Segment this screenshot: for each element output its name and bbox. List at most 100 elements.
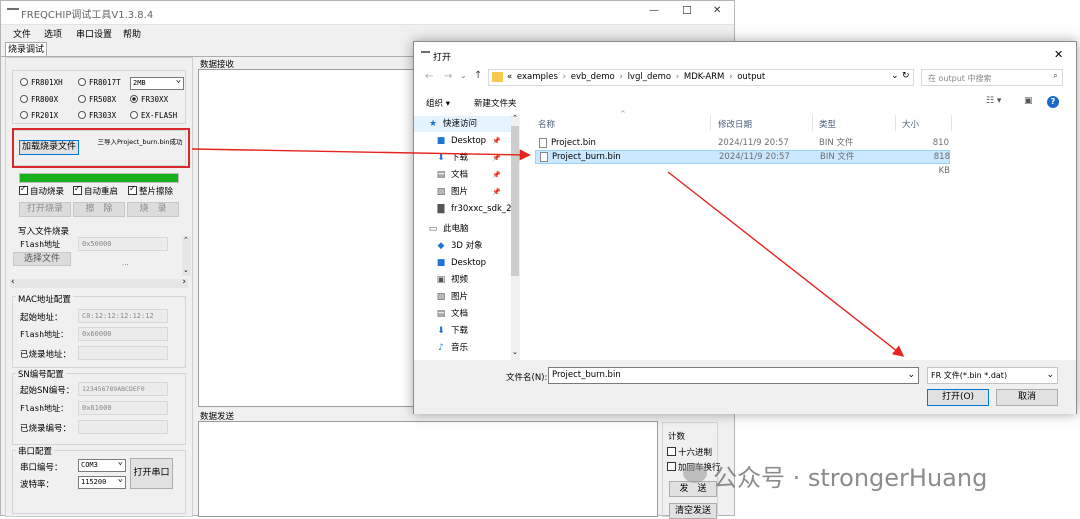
horizontal-scrollbar[interactable]: ‹ › <box>10 277 188 288</box>
load-burn-file-button[interactable]: 加载烧录文件 <box>19 140 79 155</box>
clear-send-button[interactable]: 清空发送 <box>669 503 717 519</box>
dialog-toolbar: 组织 ▾ 新建文件夹 ☷ ▾ ▣ ? <box>414 92 1076 112</box>
app-icon <box>7 8 19 10</box>
nav-item-1[interactable]: ■ Desktop 📌 <box>414 133 511 149</box>
open-button[interactable]: 打开(O) <box>927 389 989 406</box>
recent-locations-icon[interactable]: ⌄ <box>460 71 467 80</box>
nav-item-3[interactable]: ▤ 文档 📌 <box>414 167 511 183</box>
nav-label: 音乐 <box>451 343 469 353</box>
auto-restart-checkbox[interactable]: 自动重启 <box>73 184 118 197</box>
radio-fr800x[interactable]: FR800X <box>20 95 58 104</box>
cancel-button[interactable]: 取消 <box>996 389 1058 406</box>
nav-item-0[interactable]: ★ 快速访问 <box>414 116 511 132</box>
open-burn-button[interactable]: 打开烧录 <box>19 202 71 217</box>
sn-burned-field <box>78 420 168 434</box>
menu-options[interactable]: 选项 <box>44 27 62 40</box>
breadcrumb[interactable]: « examples › evb_demo › lvgl_demo › MDK-… <box>507 72 765 82</box>
sn-flash-field[interactable]: 0x61000 <box>78 401 168 415</box>
sort-indicator-icon: ^ <box>620 110 626 118</box>
nav-icon: ▇ <box>437 204 445 214</box>
vertical-scrollbar[interactable]: ⌃ ⌄ <box>182 236 191 276</box>
filename-dropdown-icon[interactable]: ⌄ <box>907 368 915 383</box>
send-textarea[interactable] <box>198 421 658 517</box>
nav-label: 下载 <box>451 153 469 163</box>
file-type-filter[interactable]: FR 文件(*.bin *.dat) ⌄ <box>927 367 1058 384</box>
open-serial-button[interactable]: 打开串口 <box>130 458 173 489</box>
window-title: FREQCHIP调试工具V1.3.8.4 <box>21 10 154 21</box>
col-date[interactable]: 修改日期 <box>718 118 752 130</box>
nav-item-2[interactable]: ⬇ 下载 📌 <box>414 150 511 166</box>
nav-item-7[interactable]: ◆ 3D 对象 <box>414 238 511 254</box>
col-size[interactable]: 大小 <box>902 118 919 130</box>
nav-icon: ■ <box>436 258 446 268</box>
nav-item-6[interactable]: ▭ 此电脑 <box>414 221 511 237</box>
filename-input[interactable]: Project_burn.bin ⌄ <box>548 367 919 384</box>
nav-item-8[interactable]: ■ Desktop <box>414 255 511 271</box>
file-row-selected[interactable]: Project_burn.bin 2024/11/9 20:57 BIN 文件 … <box>535 150 950 176</box>
flash-size-select[interactable]: 2MB <box>130 75 184 90</box>
progress-bar <box>19 173 179 183</box>
up-arrow-icon[interactable]: ↑ <box>474 70 482 81</box>
erase-button[interactable]: 擦 除 <box>73 202 125 217</box>
menu-serial-settings[interactable]: 串口设置 <box>76 27 112 40</box>
sn-start-field[interactable]: 123456789ABCDEF0 <box>78 382 168 396</box>
filename-label: 文件名(N): <box>506 373 548 383</box>
radio-fr201x[interactable]: FR201X <box>20 111 58 120</box>
nav-item-13[interactable]: ♪ 音乐 <box>414 340 511 356</box>
full-erase-checkbox[interactable]: 整片擦除 <box>128 184 173 197</box>
mac-flash-field[interactable]: 0x60000 <box>78 327 168 341</box>
tab-burn-debug[interactable]: 烧录调试 <box>5 42 47 57</box>
nav-item-10[interactable]: ▧ 图片 <box>414 289 511 305</box>
filter-dropdown-icon[interactable]: ⌄ <box>1046 368 1054 383</box>
nav-icon: ⬇ <box>437 153 445 163</box>
nav-item-4[interactable]: ▧ 图片 📌 <box>414 184 511 200</box>
nav-scrollbar[interactable]: ⌃ ⌄ <box>511 114 520 362</box>
forward-arrow-icon[interactable]: → <box>444 71 452 82</box>
refresh-icon[interactable]: ↻ <box>902 71 910 81</box>
menu-file[interactable]: 文件 <box>13 27 31 40</box>
nav-item-12[interactable]: ⬇ 下载 <box>414 323 511 339</box>
nav-item-11[interactable]: ▤ 文档 <box>414 306 511 322</box>
open-file-dialog: 打开 ✕ ← → ⌄ ↑ « examples › evb_demo › lvg… <box>413 41 1077 414</box>
nav-icon: ★ <box>428 119 438 129</box>
col-name[interactable]: 名称 <box>538 118 555 130</box>
dialog-title: 打开 <box>433 53 452 63</box>
new-folder-button[interactable]: 新建文件夹 <box>474 97 517 109</box>
file-name: Project_burn.bin <box>552 152 621 162</box>
file-row[interactable]: Project.bin 2024/11/9 20:57 BIN 文件 810 K… <box>535 136 950 162</box>
radio-fr8017t[interactable]: FR8017T <box>78 78 121 87</box>
radio-fr801xh[interactable]: FR801XH <box>20 78 63 87</box>
help-icon[interactable]: ? <box>1047 96 1059 108</box>
maximize-button[interactable]: ☐ <box>682 4 692 17</box>
nav-label: fr30xxc_sdk_25 <box>451 204 517 214</box>
address-bar[interactable]: « examples › evb_demo › lvgl_demo › MDK-… <box>488 69 914 86</box>
radio-ex-flash[interactable]: EX-FLASH <box>130 111 177 120</box>
burn-button[interactable]: 烧 录 <box>127 202 179 217</box>
serial-port-select[interactable]: COM3 <box>78 457 126 472</box>
close-button[interactable]: ✕ <box>713 5 721 16</box>
auto-burn-checkbox[interactable]: 自动烧录 <box>19 184 64 197</box>
choose-file-button[interactable]: 选择文件 <box>13 252 71 266</box>
dialog-close-button[interactable]: ✕ <box>1054 48 1063 61</box>
menu-help[interactable]: 帮助 <box>123 27 141 40</box>
minimize-button[interactable]: — <box>649 5 659 16</box>
radio-fr30xx[interactable]: FR30XX <box>130 95 168 104</box>
radio-fr508x[interactable]: FR508X <box>78 95 116 104</box>
flash-address-label: Flash地址 <box>20 240 61 249</box>
nav-item-5[interactable]: ▇ fr30xxc_sdk_25 <box>414 201 517 217</box>
view-options-icon[interactable]: ☷ ▾ <box>986 96 1001 106</box>
nav-item-9[interactable]: ▣ 视频 <box>414 272 511 288</box>
flash-address-field[interactable]: 0x50000 <box>78 237 168 251</box>
mac-start-field[interactable]: C0:12:12:12:12:12 <box>78 309 168 323</box>
col-type[interactable]: 类型 <box>819 118 836 130</box>
radio-fr303x[interactable]: FR303X <box>78 111 116 120</box>
nav-label: 图片 <box>451 292 469 302</box>
search-box[interactable]: 在 output 中搜索 ⌕ <box>921 69 1063 86</box>
back-arrow-icon[interactable]: ← <box>425 71 433 82</box>
address-dropdown-icon[interactable]: ⌄ <box>891 71 899 81</box>
preview-pane-icon[interactable]: ▣ <box>1024 96 1033 106</box>
organize-button[interactable]: 组织 ▾ <box>426 97 450 109</box>
search-icon[interactable]: ⌕ <box>1053 71 1058 81</box>
baud-rate-select[interactable]: 115200 <box>78 474 126 489</box>
hex-checkbox[interactable]: 十六进制 <box>667 446 712 458</box>
